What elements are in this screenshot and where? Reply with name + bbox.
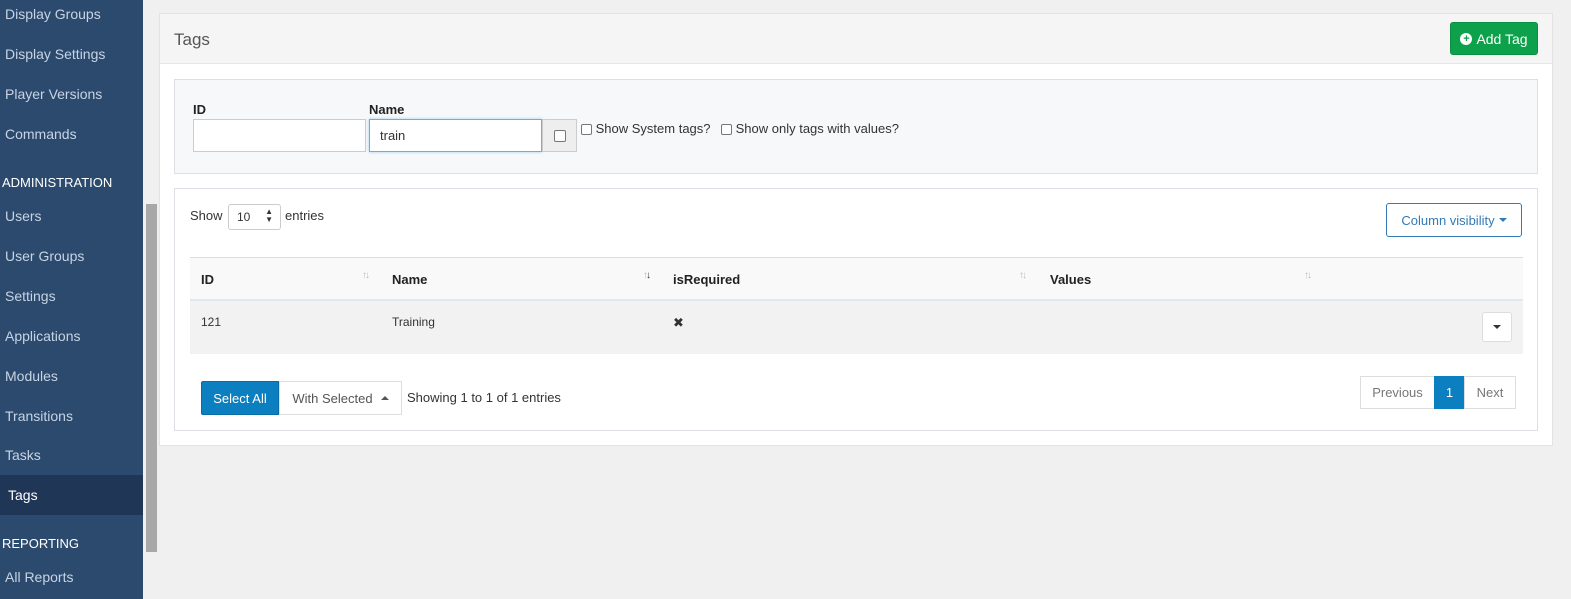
show-only-values-label: Show only tags with values? — [735, 121, 899, 136]
sidebar-item-users[interactable]: Users — [0, 196, 143, 236]
show-only-values-checkbox[interactable] — [721, 124, 732, 136]
sidebar-item-player-versions[interactable]: Player Versions — [0, 74, 143, 114]
sort-icon[interactable]: ↑↓ — [1304, 270, 1312, 281]
sidebar-header-reporting: REPORTING — [2, 536, 80, 551]
not-required-icon: ✖ — [673, 315, 684, 330]
filter-form: ID Name train Show System tags? Show onl… — [174, 79, 1538, 174]
caret-down-icon — [1493, 325, 1501, 329]
sidebar-item-settings[interactable]: Settings — [0, 276, 143, 316]
sidebar-item-commands[interactable]: Commands — [0, 114, 143, 154]
id-filter-label: ID — [193, 102, 206, 117]
select-all-button[interactable]: Select All — [201, 381, 279, 415]
with-selected-label: With Selected — [292, 390, 373, 406]
column-header-id[interactable]: ID — [201, 272, 214, 287]
pagination-page-1[interactable]: 1 — [1434, 376, 1465, 409]
sidebar-item-display-settings[interactable]: Display Settings — [0, 34, 143, 74]
id-filter-input[interactable] — [193, 119, 366, 152]
column-visibility-button[interactable]: Column visibility — [1386, 203, 1522, 237]
name-exact-checkbox[interactable] — [554, 130, 566, 142]
add-tag-button[interactable]: + Add Tag — [1450, 22, 1538, 55]
column-header-isrequired[interactable]: isRequired — [673, 272, 740, 287]
page-title: Tags — [174, 30, 210, 49]
select-arrows-icon: ▲ ▼ — [265, 207, 273, 224]
sidebar-item-user-groups[interactable]: User Groups — [0, 236, 143, 276]
add-tag-label: Add Tag — [1476, 30, 1528, 47]
pagination: Previous 1 Next — [1360, 376, 1516, 409]
page-length-value: 10 — [237, 210, 251, 224]
name-filter-input[interactable]: train — [369, 119, 542, 152]
sidebar-item-transitions[interactable]: Transitions — [0, 396, 143, 436]
sidebar-item-modules[interactable]: Modules — [0, 356, 143, 396]
show-label: Show — [190, 208, 223, 223]
tags-panel: Tags + Add Tag ID Name train Show System… — [159, 13, 1553, 446]
cell-name: Training — [392, 315, 435, 329]
sidebar-item-all-reports[interactable]: All Reports — [0, 557, 143, 597]
sidebar-header-administration: ADMINISTRATION — [2, 175, 113, 190]
table-info: Showing 1 to 1 of 1 entries — [407, 390, 561, 405]
column-visibility-label: Column visibility — [1401, 212, 1495, 228]
show-only-values-option[interactable]: Show only tags with values? — [721, 121, 899, 136]
sidebar-item-applications[interactable]: Applications — [0, 316, 143, 356]
sidebar-item-display-groups[interactable]: Display Groups — [0, 0, 143, 34]
name-exact-addon — [542, 119, 577, 152]
panel-heading: Tags + Add Tag — [160, 14, 1552, 64]
sidebar-scroll-thumb[interactable] — [146, 204, 157, 552]
sort-ascending-icon[interactable]: ↑↓ — [643, 270, 651, 281]
pagination-next[interactable]: Next — [1464, 376, 1516, 409]
page-length-select[interactable]: 10 ▲ ▼ — [228, 204, 281, 230]
name-filter-label: Name — [369, 102, 405, 117]
table-row[interactable]: 121 Training ✖ — [190, 301, 1523, 354]
row-actions-button[interactable] — [1482, 312, 1512, 342]
caret-down-icon — [1498, 218, 1507, 222]
caret-up-icon — [380, 396, 389, 400]
column-header-name[interactable]: Name — [392, 272, 427, 287]
pagination-previous[interactable]: Previous — [1360, 376, 1435, 409]
show-system-tags-option[interactable]: Show System tags? — [581, 121, 711, 136]
show-system-tags-checkbox[interactable] — [581, 124, 592, 136]
sort-icon[interactable]: ↑↓ — [1019, 270, 1027, 281]
column-header-values[interactable]: Values — [1050, 272, 1091, 287]
sidebar: Display Groups Display Settings Player V… — [0, 0, 143, 599]
tags-table-container: Show 10 ▲ ▼ entries Column visibility ID … — [174, 188, 1538, 431]
show-system-tags-label: Show System tags? — [595, 121, 711, 136]
table-header: ID ↑↓ Name ↑↓ isRequired ↑↓ Values ↑↓ — [190, 257, 1523, 301]
with-selected-button[interactable]: With Selected — [279, 381, 402, 415]
sidebar-item-tasks[interactable]: Tasks — [0, 435, 143, 475]
cell-id: 121 — [201, 315, 222, 329]
plus-circle-icon: + — [1460, 32, 1473, 45]
sidebar-item-tags[interactable]: Tags — [0, 475, 143, 515]
sort-icon[interactable]: ↑↓ — [362, 270, 370, 281]
entries-label: entries — [285, 208, 325, 223]
